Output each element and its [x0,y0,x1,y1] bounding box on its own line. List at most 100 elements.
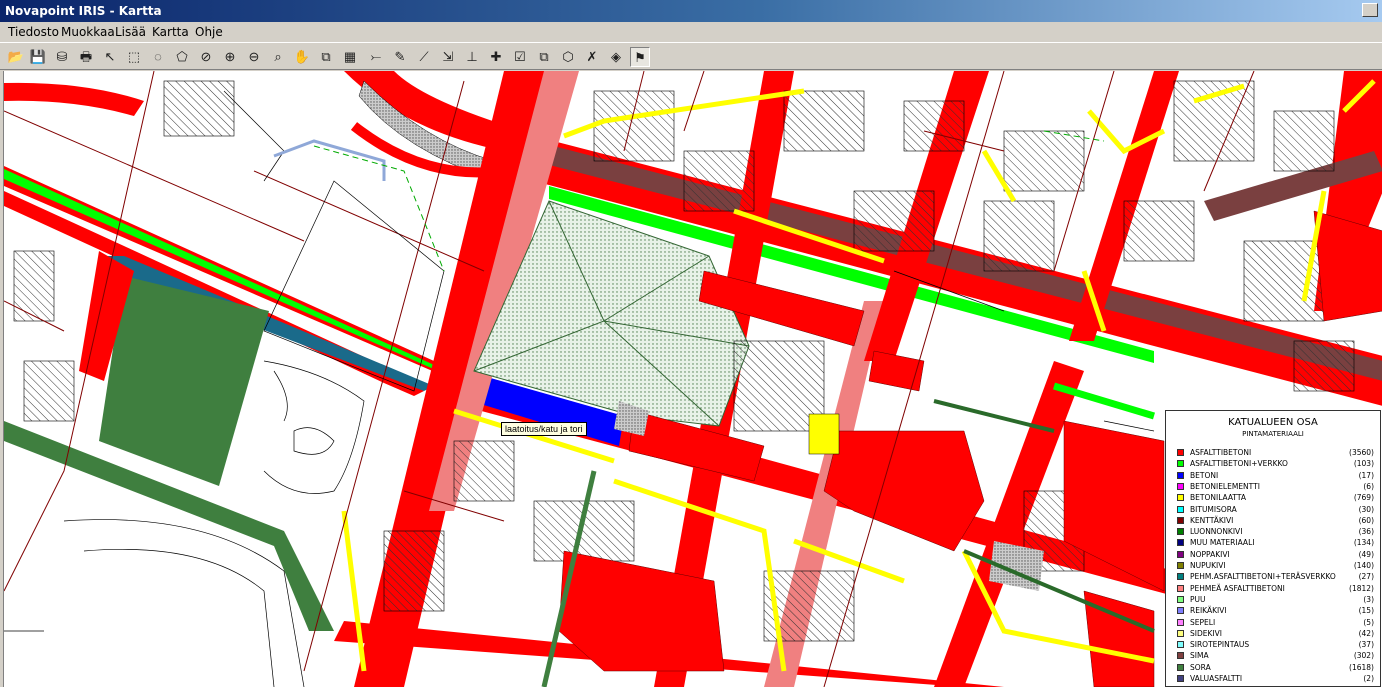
window-title: Novapoint IRIS - Kartta [5,4,162,18]
window-control-button[interactable] [1362,3,1378,17]
legend-item-count: (1812) [1349,583,1374,593]
legend-item-name: BITUMISORA [1190,504,1237,514]
legend-swatch [1177,652,1184,660]
legend-item: VALUASFALTTI (2) [1166,673,1380,684]
legend-item-name: BETONILAATTA [1190,493,1247,503]
legend-item: PEHM.ASFALTTIBETONI+TERÄSVERKKO (27) [1166,571,1380,582]
legend-item-count: (37) [1358,640,1374,650]
pan-hand-icon[interactable]: ✋ [292,47,312,67]
legend-item-count: (769) [1353,493,1374,503]
move-object-icon[interactable]: ⇲ [438,47,458,67]
legend-swatch [1177,516,1184,524]
info-pointer-icon[interactable]: ⚑ [630,47,650,67]
legend-item-name: SIROTEPINTAUS [1190,640,1250,650]
legend-item: BETONI (17) [1166,470,1380,481]
legend-item: NOPPAKIVI (49) [1166,549,1380,560]
legend-item: ASFALTTIBETONI+VERKKO (103) [1166,458,1380,469]
legend-item: BITUMISORA (30) [1166,504,1380,515]
legend-item: PUU (3) [1166,594,1380,605]
legend-swatch [1177,675,1184,682]
legend-item-count: (27) [1358,572,1374,582]
legend-item-count: (103) [1353,459,1374,469]
legend-item: BETONILAATTA (769) [1166,492,1380,503]
legend-item-count: (36) [1358,527,1374,537]
legend-item-name: NOPPAKIVI [1190,549,1230,559]
measure-line-icon[interactable]: ⤚ [366,47,386,67]
legend-item: REIKÄKIVI (15) [1166,605,1380,616]
map-canvas[interactable]: laatoitus/katu ja tori KATUALUEEN OSA PI… [3,71,1382,687]
new-object-icon[interactable]: ✚ [486,47,506,67]
database-icon[interactable]: ⛁ [52,47,72,67]
legend-swatch [1177,629,1184,637]
legend-swatch [1177,573,1184,581]
legend-swatch [1177,641,1184,649]
legend-item-name: VALUASFALTTI [1190,674,1243,683]
legend-item: MUU MATERIAALI (134) [1166,537,1380,548]
legend-item-name: MUU MATERIAALI [1190,538,1255,548]
print-icon[interactable]: 🖶 [76,47,96,67]
legend-title: KATUALUEEN OSA [1228,417,1318,428]
zoom-in-icon[interactable]: ⊕ [220,47,240,67]
legend-subtitle: PINTAMATERIAALI [1242,430,1304,438]
legend-item-count: (1618) [1349,662,1374,672]
pointer-icon[interactable]: ↖ [100,47,120,67]
legend-swatch [1177,539,1184,547]
legend-item: SIROTEPINTAUS (37) [1166,639,1380,650]
menu-item-5[interactable]: Ohje [195,25,223,39]
legend-item-count: (6) [1363,481,1374,491]
legend-item-count: (134) [1353,538,1374,548]
menu-item-3[interactable]: Lisää [115,25,146,39]
legend-item-name: LUONNONKIVI [1190,527,1243,537]
thematic-map-icon[interactable]: ◈ [606,47,626,67]
legend-item-count: (30) [1358,504,1374,514]
select-polygon-icon[interactable]: ⬠ [172,47,192,67]
menu-item-1[interactable]: Tiedosto [8,25,59,39]
select-circle-icon[interactable]: ◌ [148,47,168,67]
legend-item-count: (302) [1353,651,1374,661]
legend-item-count: (42) [1358,628,1374,638]
stop-icon[interactable]: ⊘ [196,47,216,67]
legend-item-name: SIDEKIVI [1190,628,1222,638]
legend-item-count: (3) [1363,594,1374,604]
menu-bar: Tiedosto Muokkaa Lisää Kartta Ohje [0,22,1382,42]
legend-swatch [1177,595,1184,603]
copy-object-icon[interactable]: ⧉ [534,47,554,67]
menu-item-2[interactable]: Muokkaa [61,25,115,39]
legend-item: NUPUKIVI (140) [1166,560,1380,571]
legend-swatch [1177,460,1184,468]
open-folder-icon[interactable]: 📂 [6,47,26,67]
attribute-table-icon[interactable]: ▦ [340,47,360,67]
legend-item-name: SORA [1190,662,1211,672]
legend-item-name: PUU [1190,594,1206,604]
legend-item: ASFALTTIBETONI (3560) [1166,447,1380,458]
legend-item-count: (140) [1353,561,1374,570]
legend-item-name: BETONI [1190,470,1219,480]
menu-item-4[interactable]: Kartta [152,25,189,39]
legend-swatch [1177,550,1184,558]
edit-pencil-icon[interactable]: ✎ [390,47,410,67]
map-legend: KATUALUEEN OSA PINTAMATERIAALI ASFALTTIB… [1165,410,1381,687]
save-disk-icon[interactable]: 💾 [28,47,48,67]
legend-item-name: REIKÄKIVI [1190,606,1227,616]
select-box-icon[interactable]: ⬚ [124,47,144,67]
edit-form-icon[interactable]: ☑ [510,47,530,67]
split-object-icon[interactable]: ⊥ [462,47,482,67]
polygon-select-icon[interactable]: ⬡ [558,47,578,67]
legend-item-count: (2) [1363,674,1374,683]
legend-item-name: NUPUKIVI [1190,561,1226,570]
legend-item-count: (60) [1358,515,1374,525]
legend-swatch [1177,584,1184,592]
legend-item: LUONNONKIVI (36) [1166,526,1380,537]
zoom-extent-icon[interactable]: ⌕ [268,47,288,67]
legend-item-count: (3560) [1349,448,1374,457]
legend-item-name: PEHMEÄ ASFALTTIBETONI [1190,583,1285,593]
layers-icon[interactable]: ⧉ [316,47,336,67]
legend-item: SEPELI (5) [1166,617,1380,628]
legend-swatch [1177,618,1184,626]
legend-item: SORA (1618) [1166,662,1380,673]
delete-point-icon[interactable]: ✗ [582,47,602,67]
legend-swatch [1177,449,1184,456]
edit-vertex-icon[interactable]: ⟋ [414,47,434,67]
legend-item: PEHMEÄ ASFALTTIBETONI (1812) [1166,583,1380,594]
zoom-out-icon[interactable]: ⊖ [244,47,264,67]
